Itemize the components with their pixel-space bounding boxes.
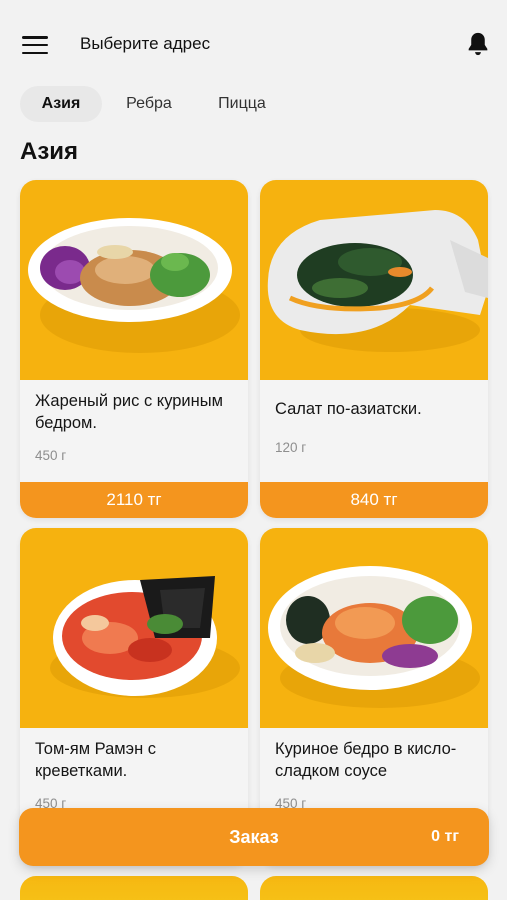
product-card[interactable]: Жареный рис с куриным бедром. 450 г 2110…: [20, 180, 248, 518]
bell-icon[interactable]: [464, 30, 492, 58]
product-card-peek: [20, 876, 248, 900]
menu-icon[interactable]: [22, 36, 48, 54]
product-name: Салат по-азиатски.: [275, 400, 422, 418]
order-button[interactable]: Заказ 0 тг: [19, 808, 489, 866]
sweet-sour-chicken-photo: [260, 528, 488, 728]
product-name: Том-ям Рамэн с креветками.: [35, 740, 157, 780]
tom-yum-ramen-photo: [20, 528, 248, 728]
product-weight: 450 г: [35, 448, 67, 463]
order-label: Заказ: [229, 827, 279, 847]
order-total: 0 тг: [431, 828, 459, 845]
price-button[interactable]: 840 тг: [260, 482, 488, 518]
tab-asia[interactable]: Азия: [20, 86, 102, 122]
product-card-peek: [260, 876, 488, 900]
section-title: Азия: [20, 138, 79, 165]
address-selector[interactable]: Выберите адрес: [80, 34, 210, 54]
asian-salad-photo: [260, 180, 488, 380]
tab-pizza[interactable]: Пицца: [200, 86, 284, 122]
app-header: Выберите адрес: [0, 0, 507, 88]
product-card[interactable]: Салат по-азиатски. 120 г 840 тг: [260, 180, 488, 518]
price-button[interactable]: 2110 тг: [20, 482, 248, 518]
product-name: Куриное бедро в кисло-сладком соусе: [275, 740, 457, 780]
tab-ribs[interactable]: Ребра: [112, 86, 186, 122]
category-tabs: Азия Ребра Пицца: [0, 86, 507, 124]
product-weight: 120 г: [275, 440, 307, 455]
fried-rice-photo: [20, 180, 248, 380]
product-name: Жареный рис с куриным бедром.: [35, 392, 223, 432]
